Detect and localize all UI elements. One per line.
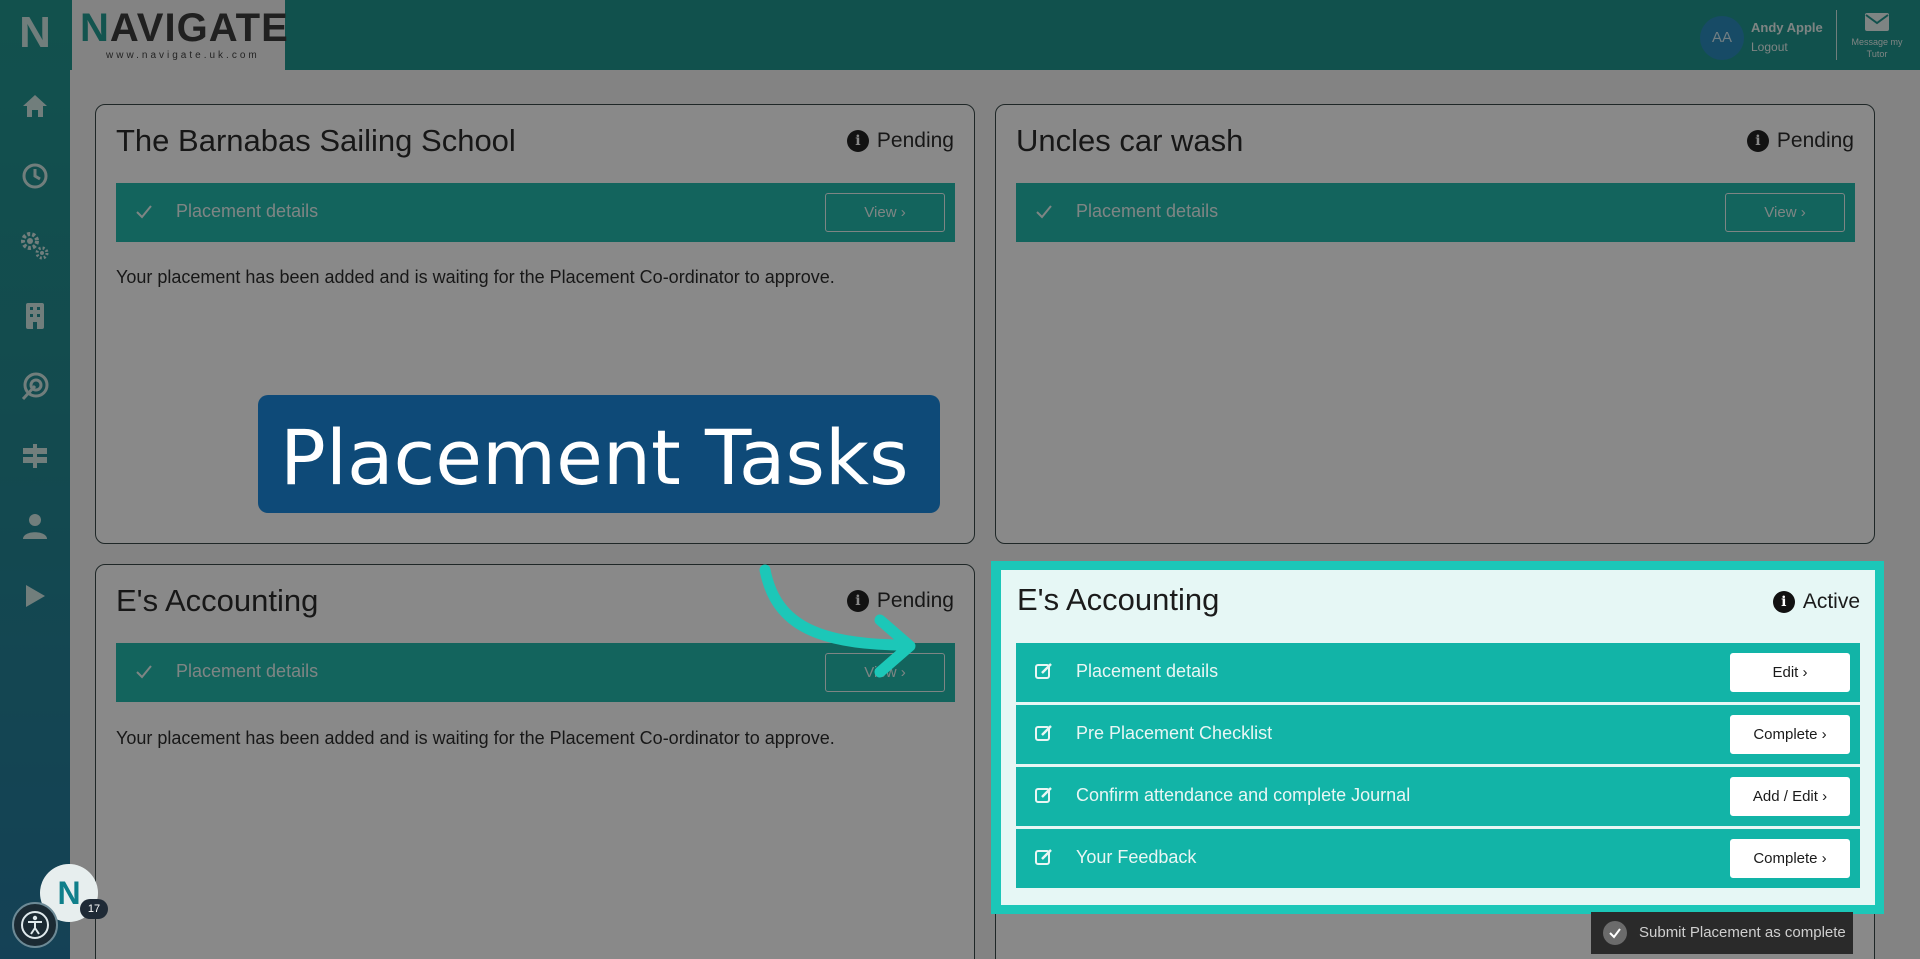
signpost-icon[interactable] bbox=[17, 438, 53, 474]
user-menu[interactable]: AA Andy Apple Logout bbox=[1700, 12, 1840, 60]
clock-icon[interactable] bbox=[17, 158, 53, 194]
view-button[interactable]: View › bbox=[825, 193, 945, 232]
navigate-logo[interactable]: NAVIGATE www.navigate.uk.com bbox=[72, 0, 288, 70]
task-label: Your Feedback bbox=[1076, 847, 1197, 867]
notification-count-badge: 17 bbox=[80, 899, 108, 919]
task-row-your-feedback: Your Feedback Complete › bbox=[1016, 829, 1860, 888]
card-title: E's Accounting bbox=[116, 583, 319, 618]
task-label: Placement details bbox=[176, 201, 319, 221]
check-circle-icon bbox=[1603, 921, 1627, 945]
avatar[interactable]: AA bbox=[1700, 16, 1744, 60]
pending-note: Your placement has been added and is wai… bbox=[116, 267, 835, 287]
edit-icon bbox=[1035, 787, 1052, 803]
logo-url: www.navigate.uk.com bbox=[106, 50, 260, 61]
info-icon[interactable]: i bbox=[846, 130, 869, 152]
top-bar: NAVIGATE www.navigate.uk.com AA Andy App… bbox=[70, 0, 1920, 70]
task-label: Pre Placement Checklist bbox=[1076, 723, 1273, 743]
info-icon[interactable]: i bbox=[1772, 591, 1795, 613]
complete-button[interactable]: Complete › bbox=[1730, 839, 1850, 878]
task-label: Confirm attendance and complete Journal bbox=[1076, 785, 1411, 805]
task-row-pre-placement-checklist: Pre Placement Checklist Complete › bbox=[1016, 705, 1860, 764]
edit-icon bbox=[1035, 725, 1052, 741]
status-badge: i Pending bbox=[1746, 129, 1854, 153]
task-row-placement-details: Placement details Edit › bbox=[1016, 643, 1860, 702]
status-badge: i Active bbox=[1772, 590, 1860, 614]
task-label: Placement details bbox=[1076, 201, 1219, 221]
building-icon[interactable] bbox=[17, 298, 53, 334]
task-label: Placement details bbox=[176, 661, 319, 681]
check-icon bbox=[136, 665, 152, 679]
task-row-attendance-journal: Confirm attendance and complete Journal … bbox=[1016, 767, 1860, 826]
accessibility-icon[interactable] bbox=[12, 902, 58, 948]
edit-icon bbox=[1035, 849, 1052, 865]
home-icon[interactable] bbox=[17, 88, 53, 124]
user-icon[interactable] bbox=[17, 508, 53, 544]
sidebar-logo[interactable]: N bbox=[18, 10, 52, 56]
target-icon[interactable] bbox=[17, 368, 53, 404]
edit-icon bbox=[1035, 663, 1052, 679]
callout-text: Placement Tasks bbox=[280, 413, 909, 502]
gears-icon[interactable] bbox=[17, 228, 53, 264]
add-edit-button[interactable]: Add / Edit › bbox=[1730, 777, 1850, 816]
placement-tasks-callout: Placement Tasks bbox=[258, 395, 940, 513]
card-title: E's Accounting bbox=[1017, 582, 1220, 617]
envelope-icon bbox=[1865, 13, 1889, 31]
user-name: Andy Apple bbox=[1751, 20, 1823, 35]
top-divider bbox=[1836, 10, 1837, 60]
status-badge: i Pending bbox=[846, 129, 954, 153]
submit-placement-button[interactable]: Submit Placement as complete bbox=[1591, 912, 1853, 954]
task-label: Placement details bbox=[1076, 661, 1219, 681]
edit-button[interactable]: Edit › bbox=[1730, 653, 1850, 692]
complete-button[interactable]: Complete › bbox=[1730, 715, 1850, 754]
placement-card: Uncles car wash i Pending Placement detai… bbox=[995, 104, 1875, 544]
sidebar: N bbox=[0, 0, 70, 959]
view-button[interactable]: View › bbox=[1725, 193, 1845, 232]
pending-note: Your placement has been added and is wai… bbox=[116, 728, 835, 748]
card-title: The Barnabas Sailing School bbox=[116, 123, 516, 158]
message-tutor-button[interactable]: Message my Tutor bbox=[1850, 12, 1904, 60]
task-row: Placement details View › bbox=[116, 183, 955, 242]
logout-link[interactable]: Logout bbox=[1751, 40, 1788, 54]
active-placement-card: E's Accounting i Active Placement details… bbox=[1001, 570, 1875, 905]
card-title: Uncles car wash bbox=[1016, 123, 1244, 158]
check-icon bbox=[136, 205, 152, 219]
check-icon bbox=[1036, 205, 1052, 219]
task-row: Placement details View › bbox=[1016, 183, 1855, 242]
info-icon[interactable]: i bbox=[1746, 130, 1769, 152]
play-icon[interactable] bbox=[17, 578, 53, 614]
pointer-arrow-icon bbox=[759, 564, 916, 678]
